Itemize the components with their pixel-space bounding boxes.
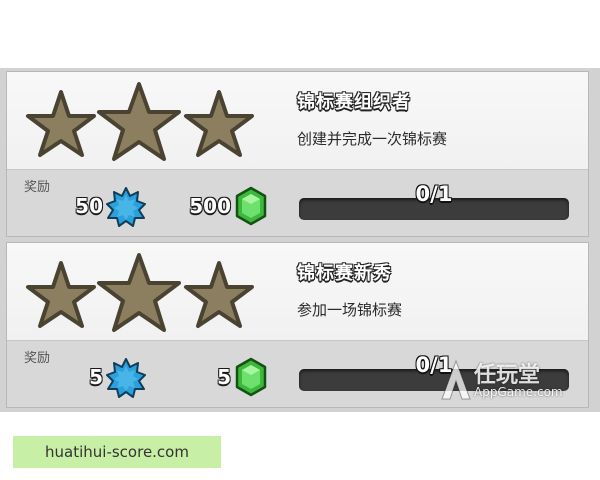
gem-icon — [235, 357, 267, 397]
xp-star-icon — [106, 187, 146, 227]
xp-reward-value: 5 — [89, 365, 103, 389]
site-banner[interactable]: huatihui-score.com — [13, 436, 221, 468]
gem-icon — [235, 186, 267, 226]
achievement-description: 参加一场锦标赛 — [297, 301, 403, 319]
achievement-star-icon — [26, 261, 96, 328]
watermark: 任玩堂 AppGame.com — [440, 355, 590, 405]
achievement-star-icon — [97, 253, 181, 332]
progress-text: 0/1 — [415, 182, 453, 206]
reward-label: 奖励 — [24, 351, 51, 366]
achievement-star-icon — [184, 261, 254, 328]
achievement-description: 创建并完成一次锦标赛 — [297, 130, 448, 148]
xp-reward-value: 50 — [75, 194, 103, 218]
gem-reward-value: 500 — [189, 194, 231, 218]
reward-label: 奖励 — [24, 180, 51, 195]
watermark-logo-icon — [441, 359, 471, 400]
gem-reward-value: 5 — [217, 365, 231, 389]
achievement-star-icon — [97, 82, 181, 161]
achievement-card: 锦标赛组织者 创建并完成一次锦标赛 奖励 50 500 0/1 — [6, 71, 589, 237]
achievement-title: 锦标赛组织者 — [297, 92, 411, 113]
watermark-url: AppGame.com — [474, 385, 563, 399]
achievement-stars — [26, 82, 254, 161]
achievement-star-icon — [26, 90, 96, 157]
achievement-stars — [26, 253, 254, 332]
achievement-title: 锦标赛新秀 — [297, 263, 392, 284]
achievement-star-icon — [184, 90, 254, 157]
xp-star-icon — [106, 358, 146, 398]
